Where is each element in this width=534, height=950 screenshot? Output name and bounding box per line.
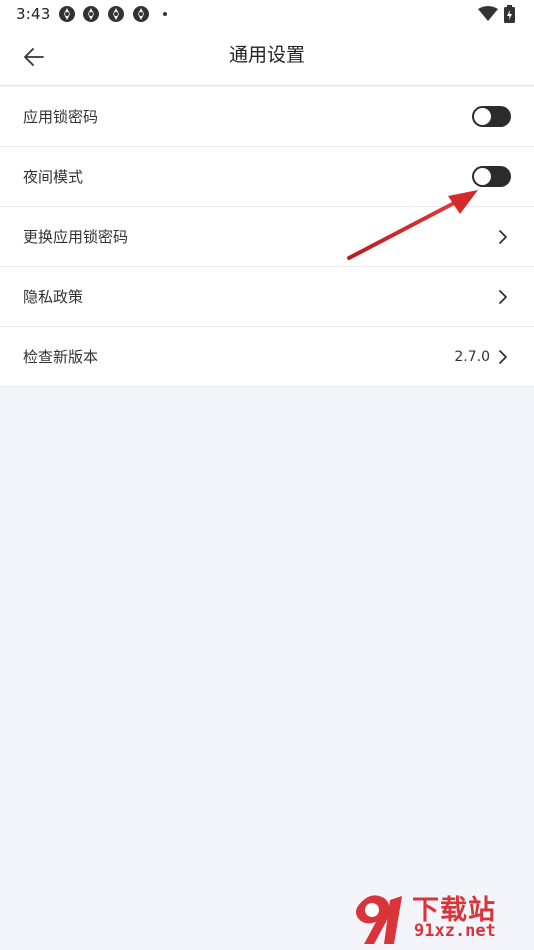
app-lock-toggle[interactable] xyxy=(472,106,511,127)
site-watermark: 下载站 91xz.net xyxy=(350,888,528,948)
chevron-right-icon xyxy=(499,350,507,364)
app-header: 通用设置 xyxy=(0,28,534,86)
setting-app-lock-password[interactable]: 应用锁密码 xyxy=(0,87,534,147)
setting-label: 应用锁密码 xyxy=(23,108,99,126)
toggle-knob xyxy=(474,108,491,125)
watermark-url: 91xz.net xyxy=(414,921,496,941)
setting-change-app-lock-password[interactable]: 更换应用锁密码 xyxy=(0,207,534,267)
setting-label: 检查新版本 xyxy=(23,348,99,366)
setting-night-mode[interactable]: 夜间模式 xyxy=(0,147,534,207)
notification-app-icon xyxy=(59,6,75,22)
page-title: 通用设置 xyxy=(228,44,305,66)
version-value: 2.7.0 xyxy=(454,349,490,365)
more-notifications-dot xyxy=(163,12,167,16)
toggle-knob xyxy=(474,168,491,185)
setting-check-new-version[interactable]: 检查新版本 2.7.0 xyxy=(0,327,534,387)
setting-privacy-policy[interactable]: 隐私政策 xyxy=(0,267,534,327)
setting-label: 隐私政策 xyxy=(23,288,84,306)
notification-app-icon xyxy=(83,6,99,22)
system-icons xyxy=(478,5,520,23)
chevron-right-icon xyxy=(499,230,507,244)
notification-app-icon xyxy=(133,6,149,22)
wifi-icon xyxy=(478,6,498,21)
watermark-logo-icon xyxy=(356,895,402,944)
status-bar: 3:43 xyxy=(0,0,534,28)
night-mode-toggle[interactable] xyxy=(472,166,511,187)
status-time: 3:43 xyxy=(16,5,51,23)
notification-app-icon xyxy=(108,6,124,22)
setting-label: 更换应用锁密码 xyxy=(23,228,129,246)
settings-list: 应用锁密码 夜间模式 更换应用锁密码 隐私政策 检查新版本 2.7.0 xyxy=(0,87,534,387)
setting-label: 夜间模式 xyxy=(23,168,84,186)
battery-icon xyxy=(504,5,515,23)
chevron-right-icon xyxy=(499,290,507,304)
